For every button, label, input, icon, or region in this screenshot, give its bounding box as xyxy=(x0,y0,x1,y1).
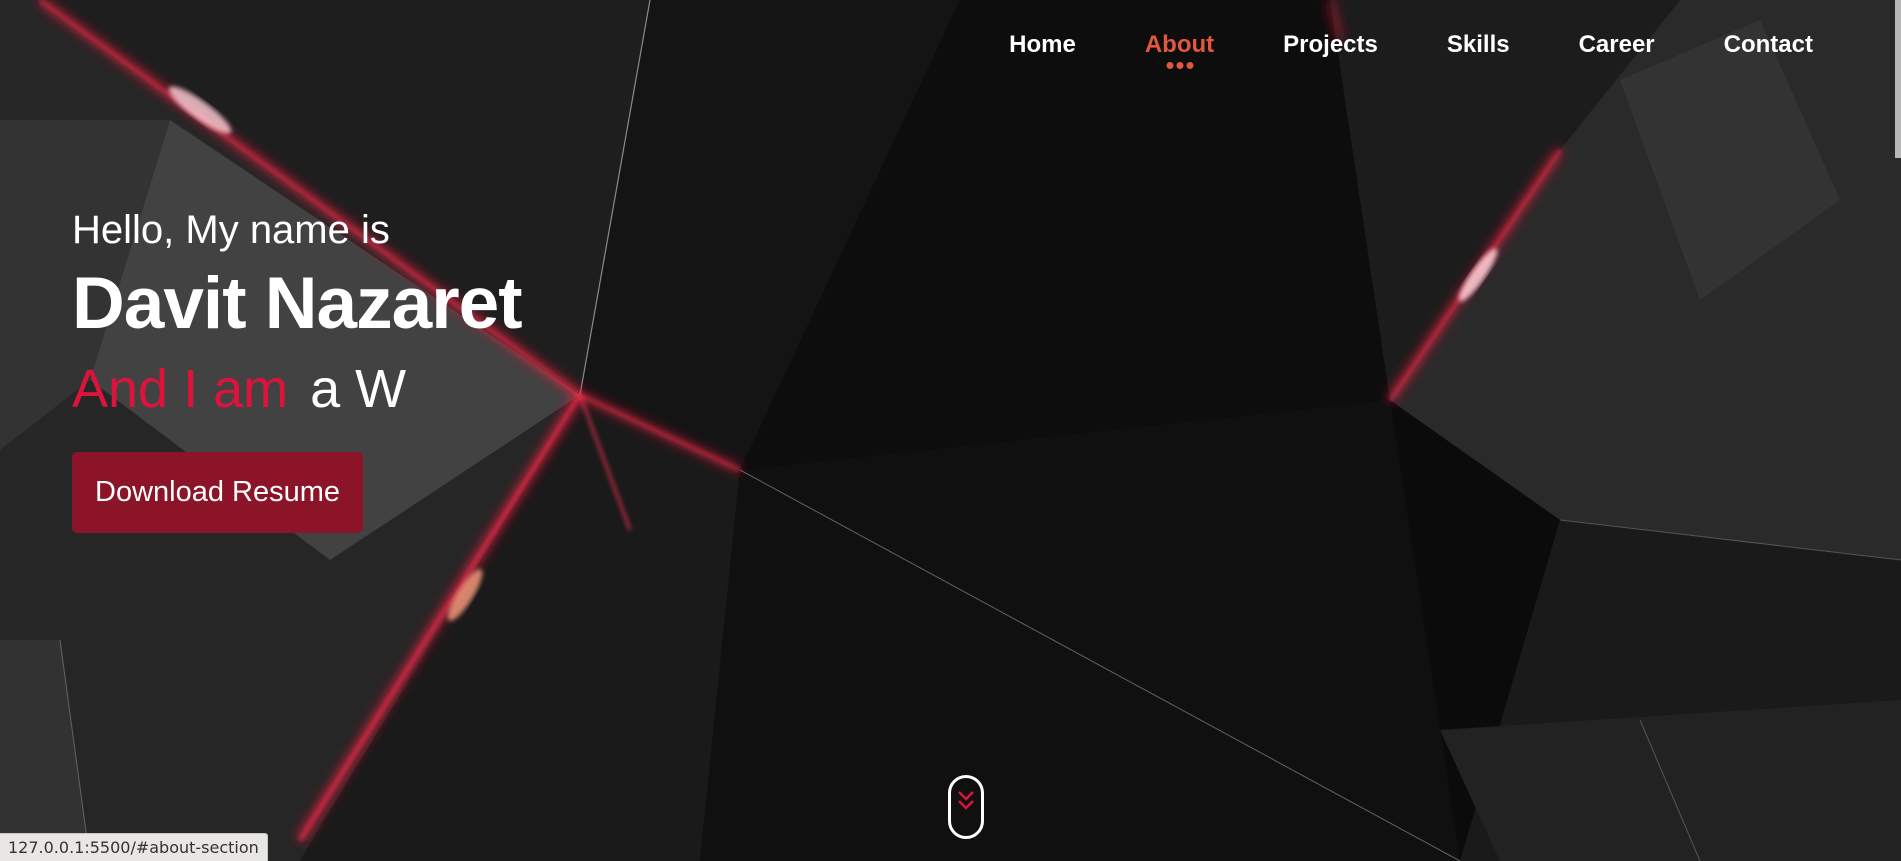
link-status-bar: 127.0.0.1:5500/#about-section xyxy=(0,833,268,861)
main-nav: Home About Projects Skills Career Contac… xyxy=(940,28,1813,69)
download-resume-button[interactable]: Download Resume xyxy=(72,452,364,533)
page: Home About Projects Skills Career Contac… xyxy=(0,0,1901,861)
active-indicator-dots xyxy=(1166,62,1193,69)
scroll-down-button[interactable] xyxy=(948,775,984,839)
hero-role-prefix: And I am xyxy=(72,359,289,419)
nav-item-home[interactable]: Home xyxy=(1009,28,1076,62)
nav-item-skills[interactable]: Skills xyxy=(1447,28,1510,62)
nav-item-projects[interactable]: Projects xyxy=(1283,28,1378,62)
hero-role-typed: a W xyxy=(310,359,407,419)
hero-role: And I am a W xyxy=(72,353,522,425)
nav-item-about[interactable]: About xyxy=(1144,28,1215,69)
nav-item-career[interactable]: Career xyxy=(1579,28,1655,62)
nav-item-about-label: About xyxy=(1144,31,1215,58)
page-scrollbar[interactable] xyxy=(1895,0,1901,158)
chevron-double-down-icon xyxy=(958,791,974,810)
nav-item-contact[interactable]: Contact xyxy=(1724,28,1813,62)
hero-section: Hello, My name is Davit Nazaret And I am… xyxy=(72,205,523,533)
hero-greeting: Hello, My name is xyxy=(72,208,390,252)
hero-name: Davit Nazaret xyxy=(72,263,523,344)
